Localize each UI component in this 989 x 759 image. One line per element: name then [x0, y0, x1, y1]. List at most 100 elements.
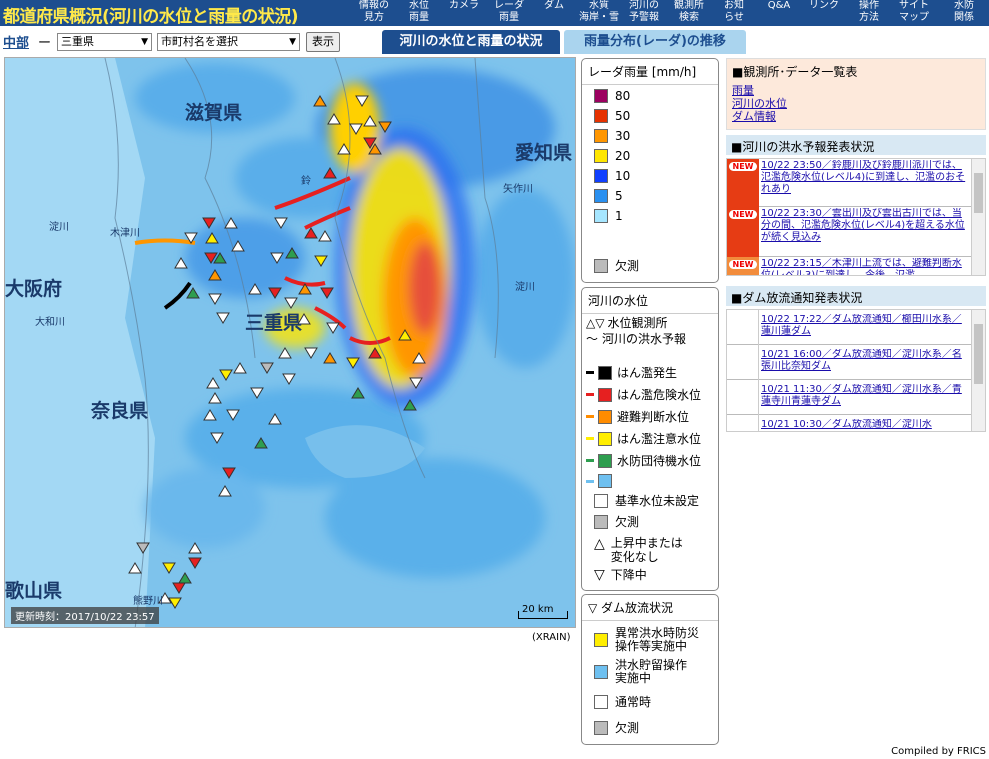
radar-map[interactable]: 滋賀県 愛知県 大阪府 三重県 奈良県 歌山県 淀川 木津川 大和川 矢作川 淀…	[4, 57, 576, 628]
nav-item[interactable]: 河川の 予警報	[622, 0, 666, 26]
dam-news-icon-cell	[727, 380, 759, 415]
nav-item-line2: 雨量	[409, 12, 429, 23]
dam-news-text[interactable]: 10/21 11:30／ダム放流通知／淀川水系／青蓮寺川青蓮寺ダム	[761, 384, 969, 412]
nav-item[interactable]: Q&A	[757, 0, 801, 26]
nav-item[interactable]: 情報の 見方	[352, 0, 396, 26]
legend-swatch	[594, 209, 608, 223]
scrollbar[interactable]	[971, 159, 985, 275]
flood-news-text[interactable]: 10/22 23:15／木津川上流では、避難判断水位(レベル3)に到達し、今後、…	[761, 258, 969, 275]
flood-news-item[interactable]: NEW 10/22 23:50／鈴鹿川及び鈴鹿川派川では、氾濫危険水位(レベル4)…	[727, 159, 971, 207]
legend-row-missing: 欠測	[594, 257, 639, 274]
prefecture-select-value: 三重県	[61, 35, 94, 48]
tab-radar-trend[interactable]: 雨量分布(レーダ)の推移	[564, 30, 746, 54]
legend-label: 5	[615, 189, 623, 203]
legend-line	[586, 437, 594, 440]
legend-row-not-set: 基準水位未設定	[594, 492, 699, 509]
show-button[interactable]: 表示	[306, 32, 340, 52]
chevron-down-icon: ▼	[289, 37, 296, 47]
legend-swatch	[598, 409, 612, 424]
nav-item-line2: 予警報	[629, 12, 659, 23]
legend-label: 水位観測所	[607, 316, 668, 330]
legend-line	[586, 393, 594, 396]
dam-news-item[interactable]: 10/21 11:30／ダム放流通知／淀川水系／青蓮寺川青蓮寺ダム	[727, 380, 971, 415]
legend-swatch	[598, 431, 612, 446]
nav-item-line1: 水位	[409, 0, 429, 11]
legend-swatch	[594, 149, 608, 163]
nav-item[interactable]: サイト マップ	[892, 0, 936, 26]
legend-swatch	[598, 387, 612, 402]
scroll-thumb[interactable]	[974, 173, 983, 213]
dam-news-item[interactable]: 10/22 17:22／ダム放流通知／櫛田川水系／蓮川蓮ダム	[727, 310, 971, 345]
legend-label-line1: 異常洪水時防災	[615, 626, 700, 640]
prefecture-select[interactable]: 三重県 ▼	[57, 33, 152, 51]
legend-swatch	[594, 695, 608, 709]
nav-item-line1: 水防	[954, 0, 974, 11]
new-badge-icon: NEW	[727, 207, 759, 257]
legend-row-station: △▽ 水位観測所	[586, 314, 667, 331]
legend-row: 20	[594, 149, 630, 163]
scrollbar[interactable]	[971, 310, 985, 431]
link-dam-info[interactable]: ダム情報	[727, 110, 985, 123]
legend-row: 避難判断水位	[586, 408, 689, 425]
legend-swatch	[594, 89, 608, 103]
dam-news-icon-cell	[727, 415, 759, 431]
legend-label: 80	[615, 89, 631, 103]
flood-news-item[interactable]: NEW 10/22 23:15／木津川上流では、避難判断水位(レベル3)に到達し、…	[727, 257, 971, 275]
link-river-level[interactable]: 河川の水位	[727, 97, 985, 110]
triangle-down-icon: ▽	[588, 601, 602, 615]
dam-release-header: ■ダム放流通知発表状況	[726, 286, 986, 306]
dam-news-item[interactable]: 10/21 10:30／ダム放流通知／淀川水	[727, 415, 971, 431]
nav-item[interactable]: リンク	[802, 0, 846, 26]
triangle-icon: △▽	[586, 315, 605, 330]
legend-label: 洪水貯留操作 実施中	[615, 659, 687, 685]
map-label-river: 大和川	[35, 317, 65, 328]
flood-news-text[interactable]: 10/22 23:50／鈴鹿川及び鈴鹿川派川では、氾濫危険水位(レベル4)に到達…	[761, 160, 969, 206]
flood-news-text[interactable]: 10/22 23:30／雲出川及び雲出古川では、当分の間、氾濫危険水位(レベル4…	[761, 208, 969, 256]
legend-label-line2: 変化なし	[610, 550, 659, 564]
tab-river-status[interactable]: 河川の水位と雨量の状況	[382, 30, 560, 54]
legend-row-falling: ▽ 下降中	[594, 566, 647, 583]
new-badge-icon: NEW	[727, 159, 759, 207]
legend-row: 洪水貯留操作 実施中	[594, 659, 687, 685]
scroll-thumb[interactable]	[974, 324, 983, 384]
legend-swatch	[594, 129, 608, 143]
nav-item[interactable]: お知 らせ	[712, 0, 756, 26]
dam-news-item[interactable]: 10/21 16:00／ダム放流通知／淀川水系／名張川比奈知ダム	[727, 345, 971, 380]
chevron-down-icon: ▼	[141, 37, 148, 47]
nav-item-line2: 見方	[364, 12, 384, 23]
legend-row-rising: △ 上昇中または 変化なし	[594, 536, 683, 564]
wave-line-icon: 〜	[586, 332, 599, 346]
dam-release-list: 10/22 17:22／ダム放流通知／櫛田川水系／蓮川蓮ダム 10/21 16:0…	[726, 309, 986, 432]
new-badge-label: NEW	[729, 260, 757, 269]
nav-item-line1: お知	[724, 0, 744, 11]
link-rainfall[interactable]: 雨量	[727, 84, 985, 97]
nav-item-line2: 検索	[679, 12, 699, 23]
dam-news-text[interactable]: 10/22 17:22／ダム放流通知／櫛田川水系／蓮川蓮ダム	[761, 314, 969, 342]
nav-item[interactable]: カメラ	[442, 0, 486, 26]
municipality-select[interactable]: 市町村名を選択 ▼	[157, 33, 300, 51]
legend-swatch	[594, 493, 608, 508]
legend-label: 通常時	[615, 695, 651, 709]
legend-line	[586, 415, 594, 418]
flood-news-item[interactable]: NEW 10/22 23:30／雲出川及び雲出古川では、当分の間、氾濫危険水位(レ…	[727, 207, 971, 257]
top-nav: 情報の 見方 水位 雨量 カメラ レーダ 雨量 ダム 水質 海岸・雪 河川の 予警報 観測所 検索 お知 らせ…	[352, 0, 989, 26]
nav-item-line2: 海岸・雪	[579, 12, 619, 23]
map-canvas	[5, 58, 575, 627]
nav-item[interactable]: ダム	[532, 0, 576, 26]
legend-swatch	[594, 169, 608, 183]
legend-swatch	[594, 633, 608, 647]
nav-item[interactable]: 水防 関係	[942, 0, 986, 26]
nav-item[interactable]: 水質 海岸・雪	[577, 0, 621, 26]
dam-news-text[interactable]: 10/21 10:30／ダム放流通知／淀川水	[761, 419, 969, 431]
legend-label: 20	[615, 149, 631, 163]
legend-swatch	[598, 474, 612, 488]
dam-news-text[interactable]: 10/21 16:00／ダム放流通知／淀川水系／名張川比奈知ダム	[761, 349, 969, 377]
nav-item-line1: 観測所	[674, 0, 704, 11]
legend-row: 欠測	[594, 721, 639, 735]
region-link[interactable]: 中部	[3, 32, 29, 51]
nav-item[interactable]: 観測所 検索	[667, 0, 711, 26]
legend-swatch	[598, 453, 612, 468]
nav-item[interactable]: 水位 雨量	[397, 0, 441, 26]
nav-item[interactable]: レーダ 雨量	[487, 0, 531, 26]
nav-item[interactable]: 操作 方法	[847, 0, 891, 26]
